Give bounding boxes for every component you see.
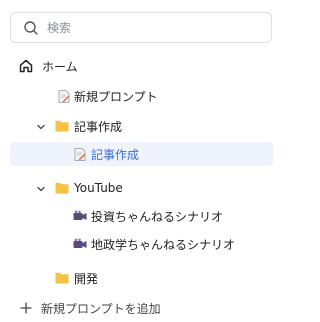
tree-item-article-prompt[interactable]: 記事作成 — [10, 142, 273, 166]
tree-folder-youtube[interactable]: YouTube — [10, 176, 273, 200]
tree-item-label: 投資ちゃんねるシナリオ — [91, 209, 224, 224]
chevron-down-icon[interactable] — [36, 122, 46, 132]
folder-icon — [55, 182, 69, 194]
nav-home[interactable]: ホーム — [10, 54, 273, 78]
prompt-file-icon — [74, 148, 86, 161]
search-box[interactable] — [10, 12, 272, 43]
tree-folder-article[interactable]: 記事作成 — [10, 114, 273, 138]
tree-item-new-prompt[interactable]: 新規プロンプト — [10, 84, 273, 108]
tree-item-label: 新規プロンプト — [74, 89, 158, 104]
prompt-file-icon — [58, 90, 70, 103]
home-icon — [19, 59, 33, 73]
tree-item-label: 記事作成 — [91, 147, 140, 162]
add-prompt-button[interactable]: 新規プロンプトを追加 — [10, 296, 273, 320]
tree-item-label: 地政学ちゃんねるシナリオ — [91, 237, 236, 252]
tree-folder-dev[interactable]: 開発 — [10, 266, 273, 290]
tree-folder-label: 開発 — [74, 271, 99, 286]
video-camera-icon — [73, 210, 87, 220]
tree-folder-label: 記事作成 — [74, 119, 123, 134]
tree-item-investment-scenario[interactable]: 投資ちゃんねるシナリオ — [10, 204, 273, 228]
chevron-down-icon[interactable] — [36, 184, 46, 194]
plus-icon — [20, 302, 32, 314]
add-prompt-label: 新規プロンプトを追加 — [41, 301, 161, 316]
folder-icon — [55, 272, 69, 284]
search-icon — [24, 21, 38, 35]
folder-icon — [55, 120, 69, 132]
tree-folder-label: YouTube — [74, 181, 123, 195]
search-input[interactable] — [47, 14, 257, 41]
video-camera-icon — [73, 238, 87, 248]
home-label: ホーム — [42, 59, 78, 74]
tree-item-geopolitics-scenario[interactable]: 地政学ちゃんねるシナリオ — [10, 232, 273, 256]
